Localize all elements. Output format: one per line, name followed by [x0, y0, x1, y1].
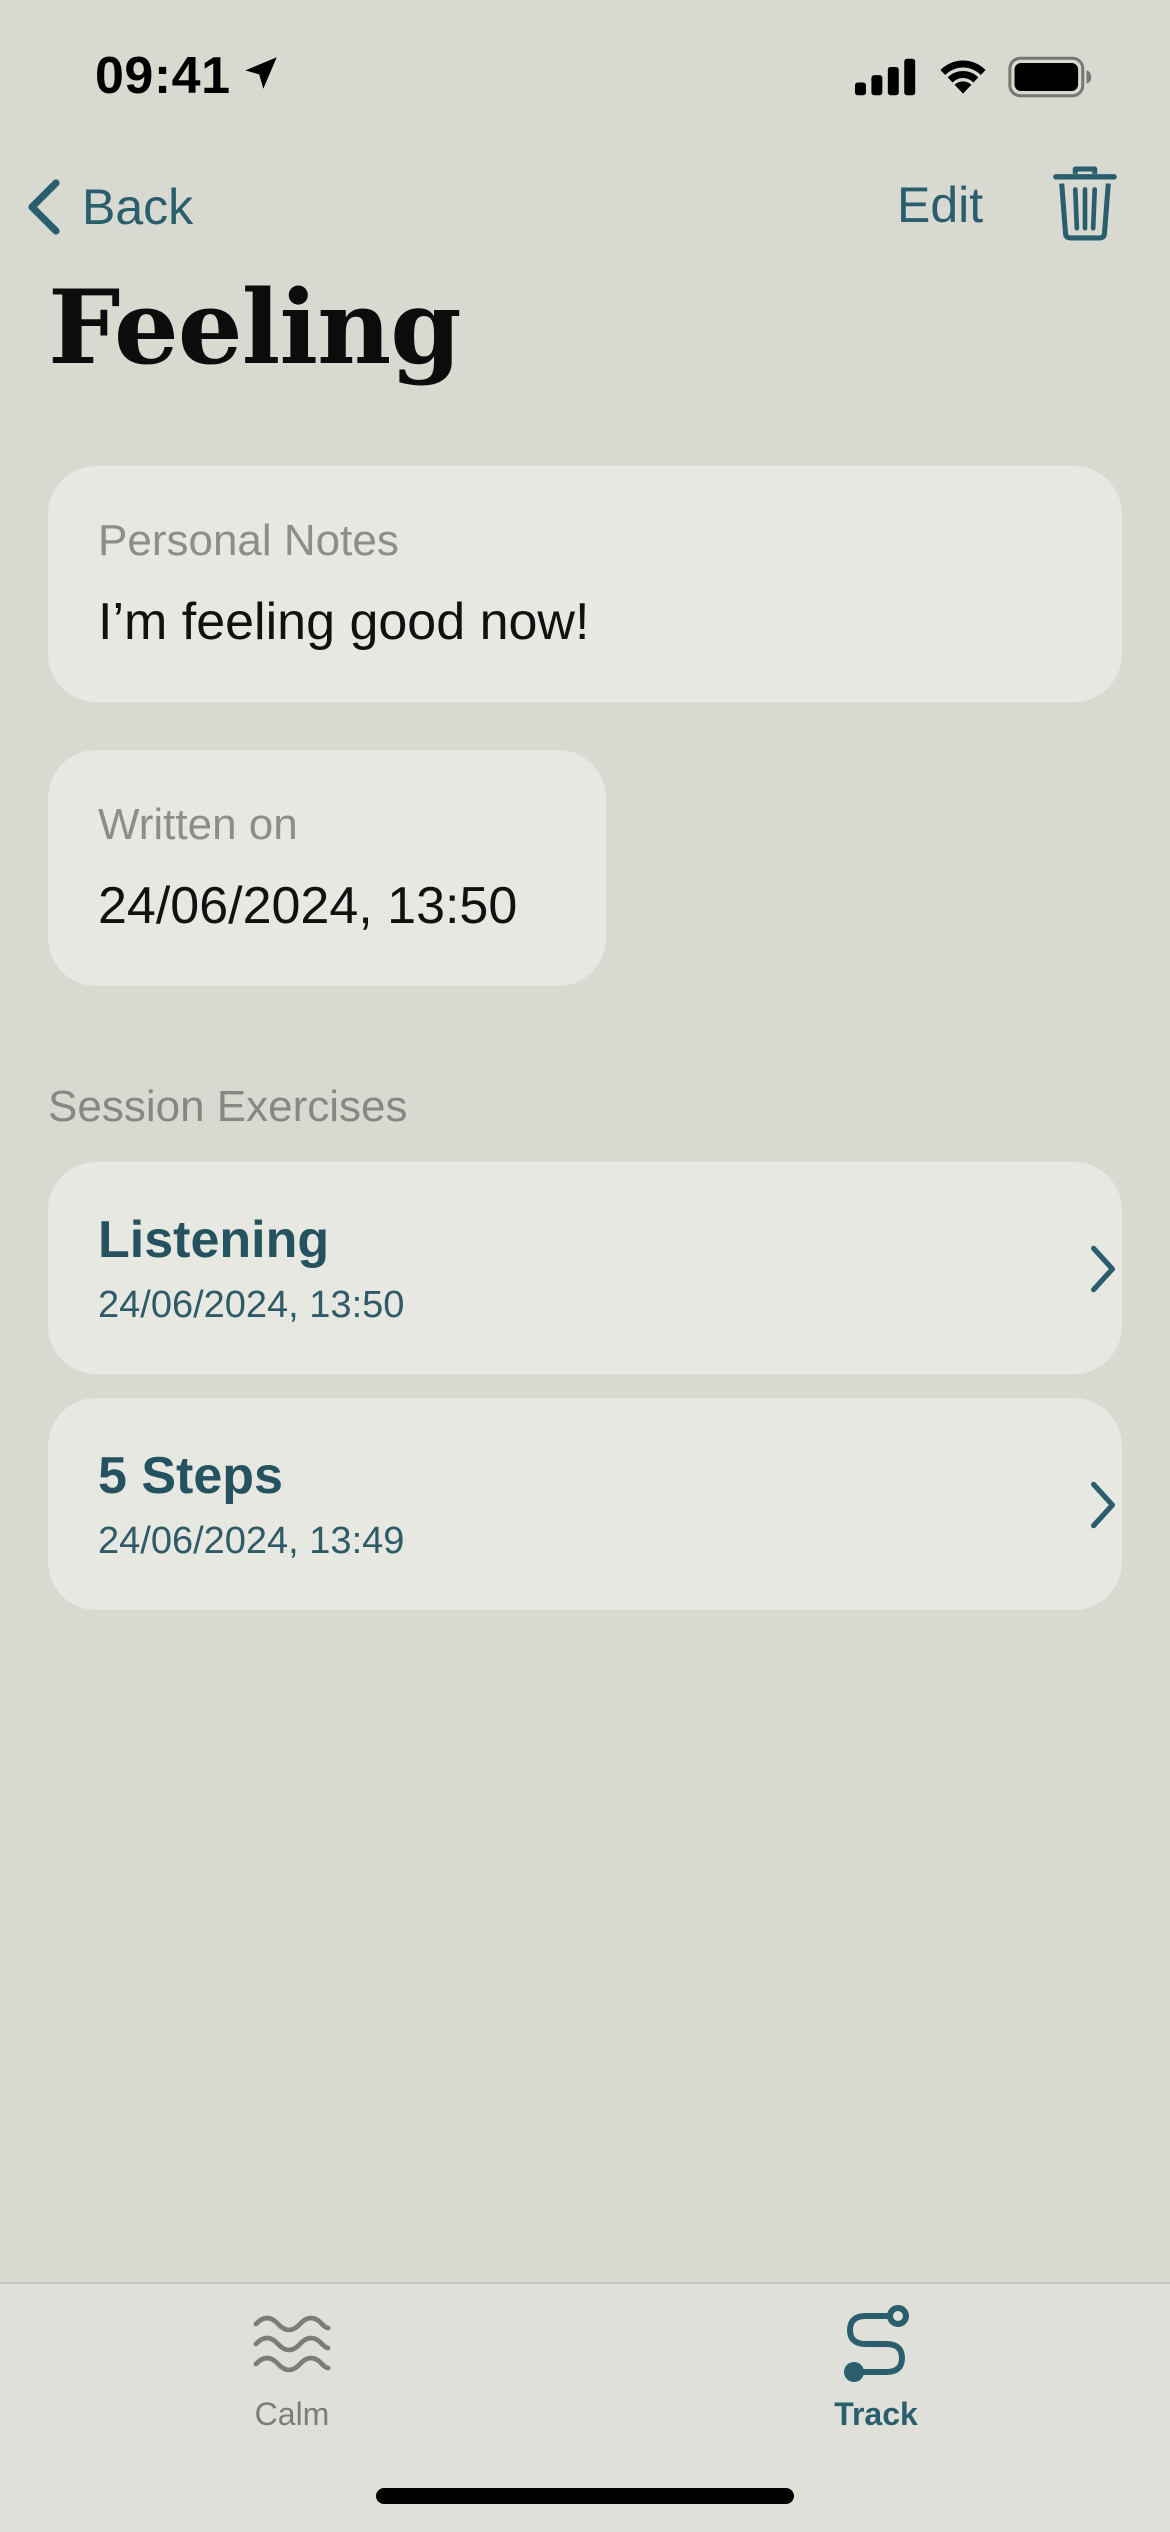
home-indicator[interactable] [376, 2488, 794, 2504]
edit-button[interactable]: Edit [897, 176, 983, 234]
personal-notes-value: I’m feeling good now! [98, 593, 590, 651]
screen: 09:41 Back Edit Feeling Personal Notes I… [0, 0, 1170, 2532]
written-on-label: Written on [98, 800, 298, 849]
trash-icon[interactable] [1052, 164, 1118, 242]
page-title: Feeling [48, 268, 462, 388]
exercise-name: Listening [98, 1211, 330, 1269]
status-bar: 09:41 [0, 0, 1170, 150]
personal-notes-card: Personal Notes I’m feeling good now! [48, 466, 1122, 702]
personal-notes-label: Personal Notes [98, 516, 399, 565]
tab-track-label: Track [834, 2396, 918, 2432]
tab-calm-label: Calm [254, 2396, 330, 2432]
written-on-card: Written on 24/06/2024, 13:50 [48, 750, 606, 986]
exercise-date: 24/06/2024, 13:50 [98, 1284, 405, 1326]
exercise-date: 24/06/2024, 13:49 [98, 1520, 405, 1562]
tab-track[interactable]: Track [776, 2304, 976, 2444]
path-icon [844, 2305, 909, 2382]
chevron-left-icon [28, 179, 60, 235]
session-exercises-header: Session Exercises [48, 1082, 408, 1131]
location-arrow-icon [245, 57, 277, 89]
back-label: Back [82, 179, 194, 235]
chevron-right-icon [1091, 1481, 1115, 1529]
exercise-row-5-steps[interactable]: 5 Steps 24/06/2024, 13:49 [48, 1398, 1122, 1610]
wifi-icon [940, 60, 986, 94]
back-button[interactable]: Back [24, 172, 193, 242]
waves-icon [253, 2315, 331, 2373]
status-time: 09:41 [95, 47, 231, 105]
exercise-name: 5 Steps [98, 1447, 283, 1505]
battery-icon [1008, 56, 1092, 98]
written-on-value: 24/06/2024, 13:50 [98, 877, 518, 935]
tab-calm[interactable]: Calm [192, 2304, 392, 2444]
cellular-signal-icon [855, 58, 916, 96]
chevron-right-icon [1091, 1245, 1115, 1293]
exercise-row-listening[interactable]: Listening 24/06/2024, 13:50 [48, 1162, 1122, 1374]
